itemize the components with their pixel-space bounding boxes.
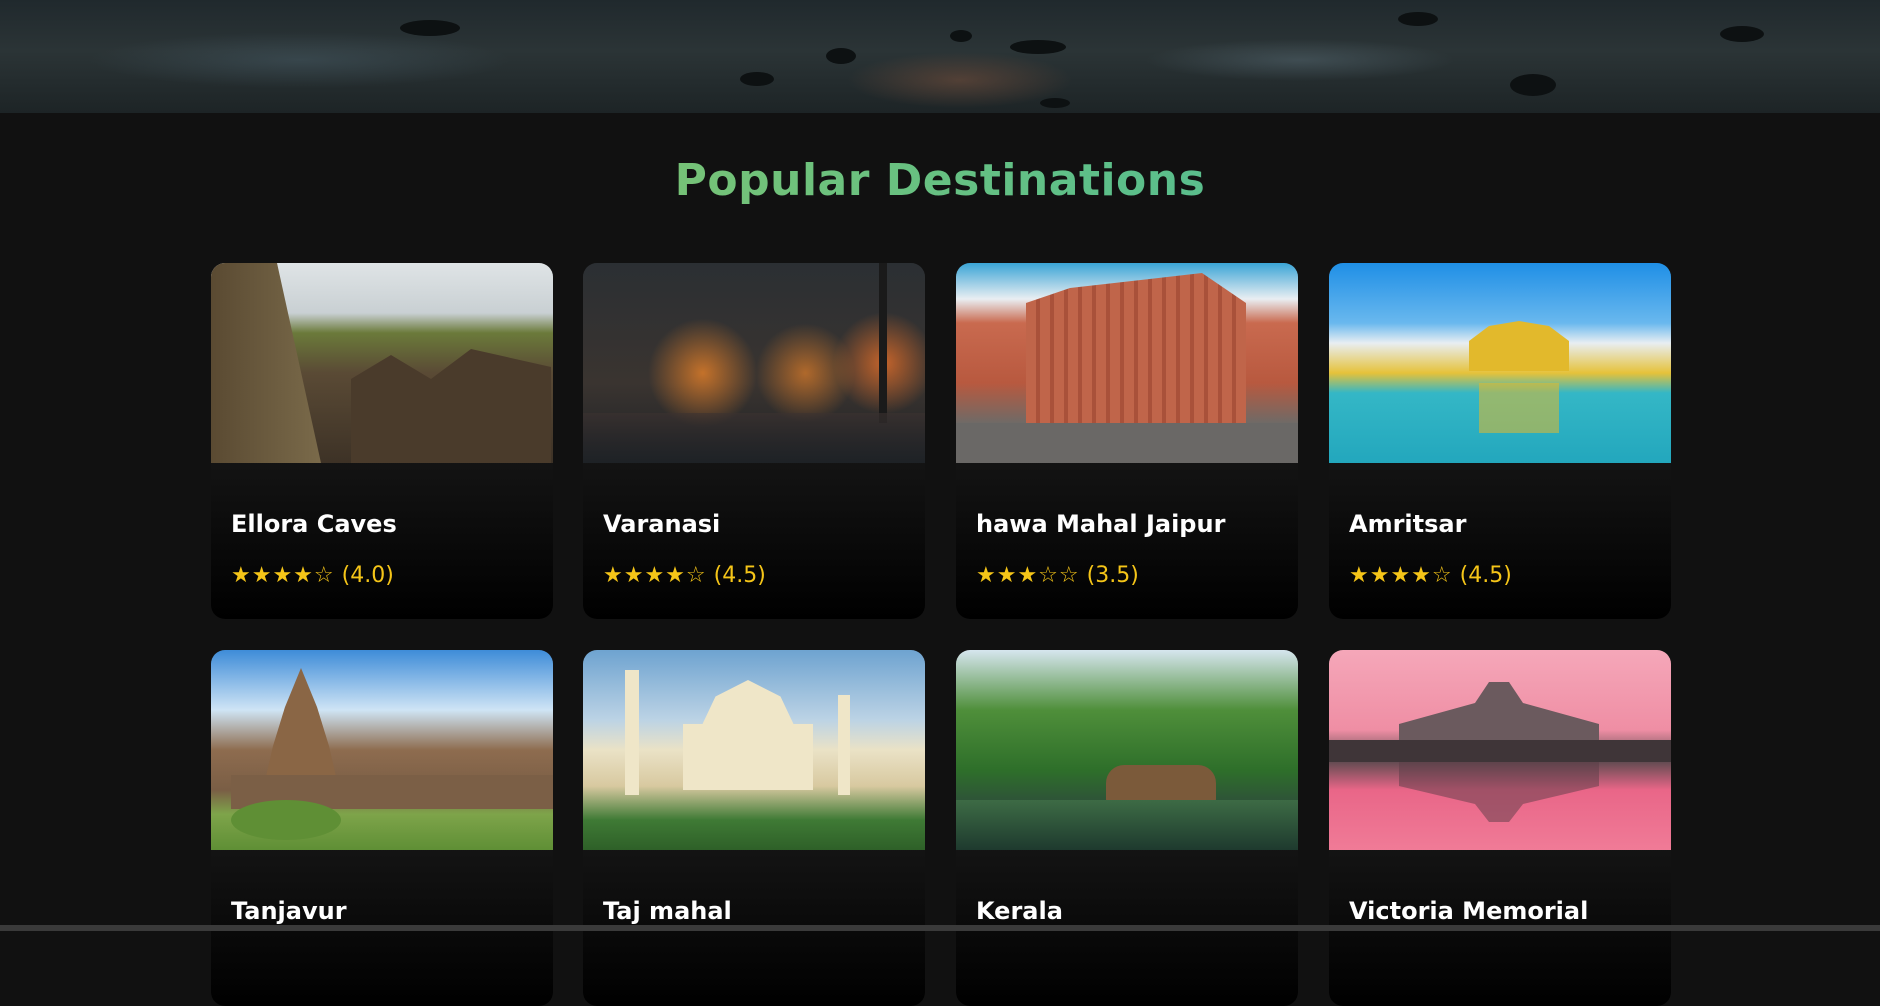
destination-name: Tanjavur [231,897,347,925]
star-rating-icon: ★★★★☆ [231,563,335,588]
varanasi-photo [583,263,925,463]
destination-card-kerala[interactable]: Kerala [956,650,1298,1006]
destination-card-taj-mahal[interactable]: Taj mahal [583,650,925,1006]
destination-rating: ★★★☆☆ (3.5) [976,563,1139,588]
rating-value: (4.5) [1459,563,1512,588]
kerala-photo [956,650,1298,850]
destination-name: Victoria Memorial [1349,897,1589,925]
hawa-mahal-photo [956,263,1298,463]
rating-value: (4.5) [713,563,766,588]
section-title: Popular Destinations [0,155,1880,206]
amritsar-photo [1329,263,1671,463]
star-rating-icon: ★★★☆☆ [976,563,1080,588]
destination-name: Kerala [976,897,1063,925]
destination-rating: ★★★★☆ (4.5) [603,563,766,588]
destination-name: Amritsar [1349,510,1467,538]
tanjavur-photo [211,650,553,850]
destination-card-hawa-mahal[interactable]: hawa Mahal Jaipur ★★★☆☆ (3.5) [956,263,1298,619]
taj-mahal-photo [583,650,925,850]
rating-value: (4.0) [341,563,394,588]
destination-rating: ★★★★☆ (4.0) [231,563,394,588]
window-bottom-edge [0,925,1880,931]
destination-name: Ellora Caves [231,510,397,538]
victoria-memorial-photo [1329,650,1671,850]
rating-value: (3.5) [1086,563,1139,588]
hero-banner-image [0,0,1880,113]
destination-card-victoria-memorial[interactable]: Victoria Memorial [1329,650,1671,1006]
star-rating-icon: ★★★★☆ [603,563,707,588]
destination-rating: ★★★★☆ (4.5) [1349,563,1512,588]
star-rating-icon: ★★★★☆ [1349,563,1453,588]
destination-card-tanjavur[interactable]: Tanjavur [211,650,553,1006]
destination-name: Varanasi [603,510,721,538]
destination-name: hawa Mahal Jaipur [976,510,1226,538]
destination-name: Taj mahal [603,897,732,925]
destination-card-ellora-caves[interactable]: Ellora Caves ★★★★☆ (4.0) [211,263,553,619]
ellora-caves-photo [211,263,553,463]
destination-card-amritsar[interactable]: Amritsar ★★★★☆ (4.5) [1329,263,1671,619]
destination-card-varanasi[interactable]: Varanasi ★★★★☆ (4.5) [583,263,925,619]
